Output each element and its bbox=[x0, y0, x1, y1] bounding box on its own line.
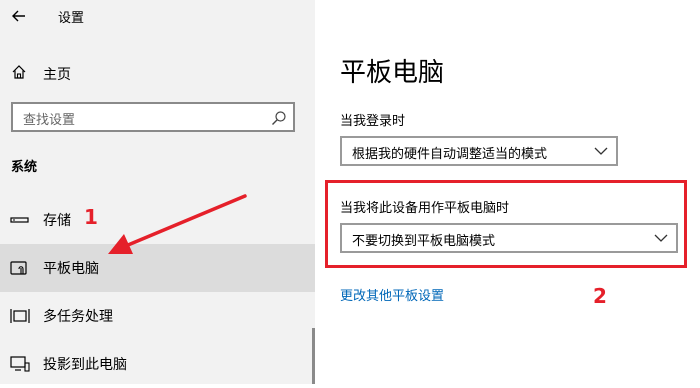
sidebar-item-label: 多任务处理 bbox=[43, 309, 113, 325]
search-input[interactable]: 查找设置 bbox=[11, 102, 295, 132]
tablet-use-label: 当我将此设备用作平板电脑时 bbox=[340, 201, 510, 216]
app-title: 设置 bbox=[58, 11, 85, 26]
sidebar-item-label: 存储 bbox=[43, 213, 71, 229]
login-mode-label: 当我登录时 bbox=[340, 114, 406, 129]
sidebar-item-project[interactable]: 投影到此电脑 bbox=[0, 340, 315, 388]
sidebar-item-label: 投影到此电脑 bbox=[43, 357, 127, 373]
group-title-system: 系统 bbox=[11, 160, 38, 175]
search-placeholder: 查找设置 bbox=[23, 113, 76, 128]
login-mode-dropdown[interactable]: 根据我的硬件自动调整适当的模式 bbox=[340, 136, 618, 166]
multitasking-icon bbox=[10, 309, 30, 323]
annotation-marker-1: 1 bbox=[84, 205, 98, 229]
chevron-down-icon bbox=[594, 147, 608, 155]
tablet-use-dropdown[interactable]: 不要切换到平板电脑模式 bbox=[340, 223, 678, 253]
sidebar-item-multitasking[interactable]: 多任务处理 bbox=[0, 292, 315, 340]
home-icon bbox=[12, 65, 26, 79]
page-title: 平板电脑 bbox=[340, 58, 445, 88]
search-icon[interactable] bbox=[271, 110, 287, 126]
settings-sidebar: 设置 主页 查找设置 系统 存储 平板电脑 多任务处理 投影到此电脑 bbox=[0, 0, 315, 384]
annotation-marker-2: 2 bbox=[593, 284, 607, 308]
back-arrow-icon[interactable] bbox=[10, 7, 28, 25]
sidebar-item-tablet[interactable]: 平板电脑 bbox=[0, 244, 315, 292]
sidebar-item-storage[interactable]: 存储 bbox=[0, 196, 315, 244]
storage-icon bbox=[10, 217, 29, 223]
nav-home[interactable]: 主页 bbox=[0, 56, 315, 90]
sidebar-scrollbar[interactable] bbox=[312, 328, 315, 384]
title-bar: 设置 bbox=[0, 0, 315, 32]
tablet-icon bbox=[10, 261, 27, 275]
project-icon bbox=[10, 356, 30, 372]
tablet-use-value: 不要切换到平板电脑模式 bbox=[352, 234, 496, 249]
chevron-down-icon bbox=[654, 234, 668, 242]
more-tablet-settings-link[interactable]: 更改其他平板设置 bbox=[340, 285, 444, 304]
login-mode-value: 根据我的硬件自动调整适当的模式 bbox=[352, 147, 548, 162]
nav-home-label: 主页 bbox=[43, 67, 71, 83]
sidebar-item-label: 平板电脑 bbox=[43, 261, 99, 277]
